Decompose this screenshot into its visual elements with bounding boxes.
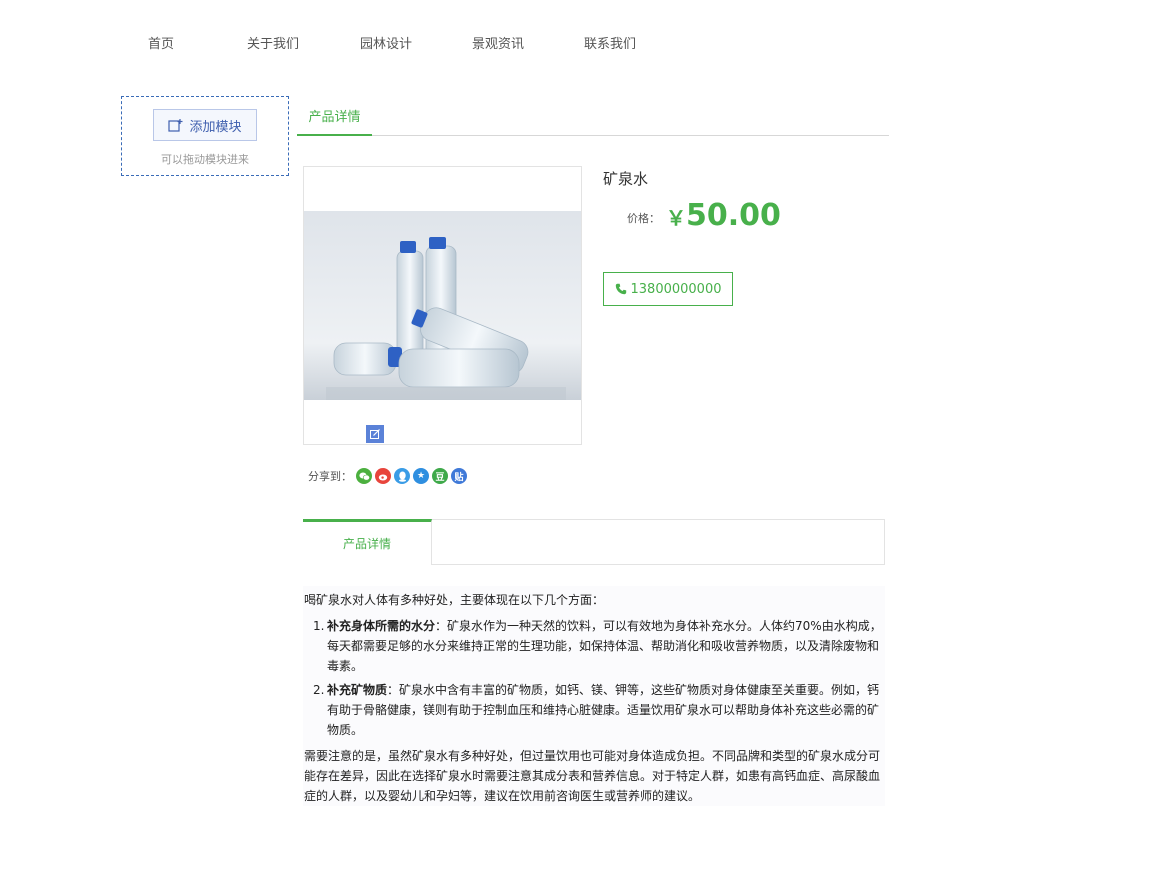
description-intro: 喝矿泉水对人体有多种好处，主要体现在以下几个方面： — [304, 593, 605, 607]
add-module-icon — [168, 119, 183, 132]
add-module-button[interactable]: 添加模块 — [153, 109, 257, 141]
product-description: 喝矿泉水对人体有多种好处，主要体现在以下几个方面： 1. 补充身体所需的水分：矿… — [303, 586, 885, 806]
phone-button[interactable]: 13800000000 — [603, 272, 733, 306]
nav-item-landscape-news[interactable]: 景观资讯 — [472, 33, 524, 52]
point-text: ：矿泉水中含有丰富的矿物质，如钙、镁、钾等，这些矿物质对身体健康至关重要。例如，… — [327, 683, 880, 737]
price-label: 价格： — [627, 212, 660, 225]
point-title: 补充身体所需的水分 — [327, 619, 436, 633]
add-module-label: 添加模块 — [189, 119, 242, 135]
share-bar: 分享到： ★ 豆 贴 — [308, 468, 470, 484]
list-item: 2. 补充矿物质：矿泉水中含有丰富的矿物质，如钙、镁、钾等，这些矿物质对身体健康… — [313, 680, 885, 740]
qq-icon[interactable] — [394, 468, 410, 484]
benefit-list: 1. 补充身体所需的水分：矿泉水作为一种天然的饮料，可以有效地为身体补充水分。人… — [303, 616, 885, 740]
product-name: 矿泉水 — [603, 170, 649, 188]
nav-item-home[interactable]: 首页 — [148, 33, 174, 52]
tieba-icon[interactable]: 贴 — [451, 468, 467, 484]
tab-detail[interactable]: 产品详情 — [303, 519, 432, 565]
nav-item-contact[interactable]: 联系我们 — [584, 33, 636, 52]
douban-icon[interactable]: 豆 — [432, 468, 448, 484]
point-title: 补充矿物质 — [327, 683, 388, 697]
product-tab-strip: 产品详情 — [297, 100, 889, 136]
list-number: 2. — [313, 683, 325, 697]
qzone-icon[interactable]: ★ — [413, 468, 429, 484]
top-navigation: 首页 关于我们 园林设计 景观资讯 联系我们 — [0, 0, 1157, 84]
edit-image-icon[interactable] — [366, 425, 384, 443]
module-drop-zone[interactable]: 添加模块 可以拖动模块进来 — [121, 96, 289, 176]
price-value: 50.00 — [686, 198, 781, 233]
currency-symbol: ￥ — [666, 206, 686, 230]
drag-hint: 可以拖动模块进来 — [161, 153, 249, 166]
nav-item-about[interactable]: 关于我们 — [247, 33, 299, 52]
product-price: ￥50.00 — [666, 198, 781, 233]
description-outro: 需要注意的是，虽然矿泉水有多种好处，但过量饮用也可能对身体造成负担。不同品牌和类… — [304, 749, 881, 803]
phone-icon — [615, 283, 626, 295]
list-item: 1. 补充身体所需的水分：矿泉水作为一种天然的饮料，可以有效地为身体补充水分。人… — [313, 616, 885, 676]
detail-tab-bar: 产品详情 — [303, 519, 885, 565]
wechat-icon[interactable] — [356, 468, 372, 484]
weibo-icon[interactable] — [375, 468, 391, 484]
share-label: 分享到： — [308, 470, 352, 483]
product-image-frame — [303, 166, 582, 445]
phone-number: 13800000000 — [630, 281, 722, 297]
product-photo[interactable] — [304, 211, 581, 400]
list-number: 1. — [313, 619, 325, 633]
tab-product-detail[interactable]: 产品详情 — [297, 100, 372, 136]
nav-item-garden-design[interactable]: 园林设计 — [360, 33, 412, 52]
